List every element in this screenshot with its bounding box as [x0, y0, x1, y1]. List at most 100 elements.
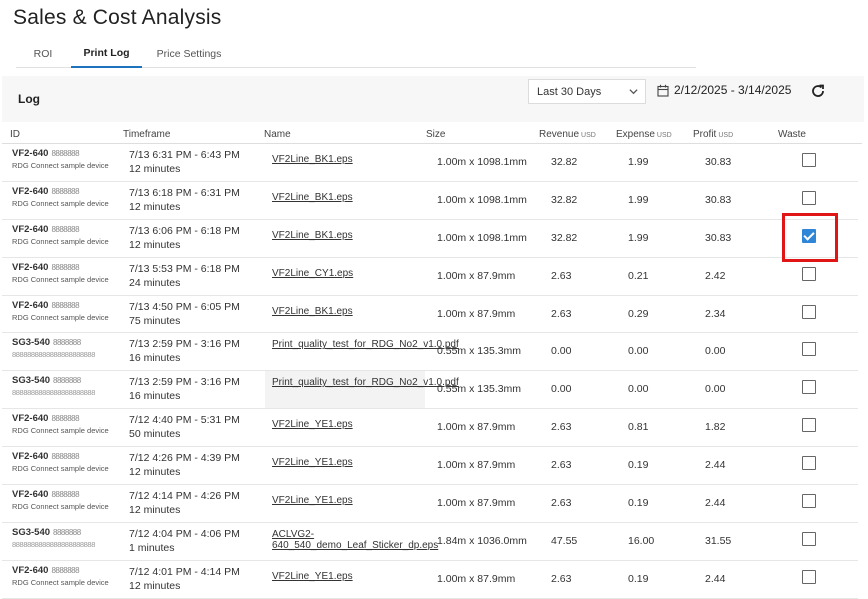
table-row: SG3-540 8888888 8888888888888888888888 7/12… — [2, 523, 858, 561]
row-device: RDG Connect sample device — [12, 426, 109, 436]
row-size: 0.55m x 135.3mm — [437, 383, 522, 396]
waste-checkbox[interactable] — [802, 304, 816, 319]
row-timeframe: 7/13 4:50 PM - 6:05 PM 75 minutes — [129, 300, 240, 327]
tab-roi[interactable]: ROI — [26, 40, 60, 68]
date-range-picker[interactable]: 2/12/2025 - 3/14/2025 — [657, 83, 791, 97]
row-file-link[interactable]: VF2Line_YE1.eps — [272, 457, 353, 468]
row-file-link[interactable]: VF2Line_CY1.eps — [272, 268, 353, 279]
row-profit: 30.83 — [705, 193, 732, 206]
row-profit: 2.34 — [705, 307, 726, 320]
row-profit: 1.82 — [705, 421, 726, 434]
col-name: Name — [264, 129, 291, 140]
table-row: VF2-640 8888888 RDG Connect sample device 7… — [2, 144, 858, 182]
row-id: SG3-540 8888888 — [12, 337, 81, 349]
row-device: RDG Connect sample device — [12, 577, 109, 587]
table-row: SG3-540 8888888 8888888888888888888888 7/13… — [2, 333, 858, 372]
tab-price-settings[interactable]: Price Settings — [149, 40, 229, 68]
col-profit: Profit USD — [693, 129, 734, 140]
waste-checkbox[interactable] — [802, 456, 816, 471]
waste-checkbox[interactable] — [802, 569, 816, 584]
row-expense: 1.99 — [628, 231, 649, 244]
row-expense: 1.99 — [628, 193, 649, 206]
row-expense: 1.99 — [628, 156, 649, 168]
row-file-link[interactable]: VF2Line_BK1.eps — [272, 306, 353, 317]
row-expense: 0.19 — [628, 459, 649, 472]
row-revenue: 2.63 — [551, 269, 572, 282]
row-device: RDG Connect sample device — [12, 464, 109, 474]
waste-checkbox[interactable] — [802, 531, 816, 546]
refresh-icon[interactable] — [810, 83, 826, 99]
table-row: VF2-640 8888888 RDG Connect sample device 7… — [2, 485, 858, 523]
table-row: VF2-640 8888888 RDG Connect sample device 7… — [2, 409, 858, 448]
row-file-link[interactable]: VF2Line_YE1.eps — [272, 419, 353, 430]
row-device: RDG Connect sample device — [12, 274, 109, 284]
waste-checkbox[interactable] — [802, 418, 816, 433]
row-size: 1.84m x 1036.0mm — [437, 534, 527, 547]
table-row: SG3-540 8888888 8888888888888888888888 7/13… — [2, 371, 858, 410]
row-timeframe: 7/12 4:14 PM - 4:26 PM 12 minutes — [129, 490, 240, 517]
waste-checkbox[interactable] — [802, 266, 816, 281]
table-row: VF2-640 8888888 RDG Connect sample device 7… — [2, 296, 858, 334]
row-device: RDG Connect sample device — [12, 312, 109, 322]
row-timeframe: 7/13 5:53 PM - 6:18 PM 24 minutes — [129, 262, 240, 289]
row-file-link[interactable]: VF2Line_YE1.eps — [272, 495, 353, 506]
page-title: Sales & Cost Analysis — [13, 6, 222, 29]
row-revenue: 32.82 — [551, 156, 578, 168]
row-file-link[interactable]: ACLVG2-640_540_demo_Leaf_Sticker_dp.eps — [272, 529, 438, 551]
row-id: VF2-640 8888888 — [12, 185, 80, 197]
waste-checkbox[interactable] — [802, 494, 816, 509]
row-file-link[interactable]: VF2Line_BK1.eps — [272, 154, 353, 165]
row-timeframe: 7/13 6:18 PM - 6:31 PM 12 minutes — [129, 186, 240, 213]
row-id: VF2-640 8888888 — [12, 299, 80, 311]
row-size: 1.00m x 87.9mm — [437, 269, 516, 282]
col-size: Size — [426, 129, 446, 140]
row-expense: 0.00 — [628, 345, 649, 358]
row-revenue: 32.82 — [551, 231, 578, 244]
waste-checkbox[interactable] — [802, 153, 816, 167]
row-id: VF2-640 8888888 — [12, 261, 80, 273]
row-profit: 0.00 — [705, 345, 726, 358]
row-file-link[interactable]: VF2Line_BK1.eps — [272, 230, 353, 241]
row-file-link[interactable]: VF2Line_YE1.eps — [272, 571, 353, 582]
row-revenue: 0.00 — [551, 383, 572, 396]
row-file-link[interactable]: Print_quality_test_for_RDG_No2_v1.0.pdf — [272, 377, 459, 388]
row-profit: 30.83 — [705, 231, 732, 244]
row-id: VF2-640 8888888 — [12, 564, 80, 576]
row-timeframe: 7/12 4:26 PM - 4:39 PM 12 minutes — [129, 452, 240, 479]
row-device: 8888888888888888888888 — [12, 539, 95, 549]
row-profit: 2.44 — [705, 497, 726, 510]
row-revenue: 47.55 — [551, 534, 578, 547]
waste-checkbox[interactable] — [802, 342, 816, 357]
row-size: 1.00m x 1098.1mm — [437, 231, 527, 244]
row-size: 1.00m x 87.9mm — [437, 307, 516, 320]
waste-checkbox[interactable] — [802, 190, 816, 205]
row-size: 1.00m x 1098.1mm — [437, 156, 527, 168]
row-file-link[interactable]: VF2Line_BK1.eps — [272, 192, 353, 203]
row-timeframe: 7/13 2:59 PM - 3:16 PM 16 minutes — [129, 338, 240, 365]
waste-checkbox[interactable] — [802, 380, 816, 395]
waste-checkbox[interactable] — [802, 228, 816, 243]
row-device: RDG Connect sample device — [12, 236, 109, 246]
row-timeframe: 7/12 4:04 PM - 4:06 PM 1 minutes — [129, 527, 240, 554]
tab-print-log[interactable]: Print Log — [71, 40, 142, 68]
col-id: ID — [10, 129, 20, 140]
row-id: SG3-540 8888888 — [12, 526, 81, 538]
row-expense: 0.21 — [628, 269, 649, 282]
row-expense: 0.81 — [628, 421, 649, 434]
row-revenue: 2.63 — [551, 307, 572, 320]
row-expense: 0.19 — [628, 497, 649, 510]
row-file-link[interactable]: Print_quality_test_for_RDG_No2_v1.0.pdf — [272, 339, 459, 350]
row-profit: 2.44 — [705, 459, 726, 472]
row-timeframe: 7/12 4:40 PM - 5:31 PM 50 minutes — [129, 414, 240, 441]
date-range-text: 2/12/2025 - 3/14/2025 — [674, 83, 792, 97]
row-expense: 16.00 — [628, 534, 655, 547]
table-row: VF2-640 8888888 RDG Connect sample device 7… — [2, 182, 858, 220]
range-select[interactable]: Last 30 Days — [528, 79, 646, 104]
row-revenue: 0.00 — [551, 345, 572, 358]
table-header: ID Timeframe Name Size Revenue USD Expens… — [2, 124, 862, 144]
row-revenue: 32.82 — [551, 193, 578, 206]
col-waste: Waste — [778, 129, 806, 140]
table-row: VF2-640 8888888 RDG Connect sample device 7… — [2, 447, 858, 486]
row-timeframe: 7/13 6:06 PM - 6:18 PM 12 minutes — [129, 224, 240, 251]
row-timeframe: 7/12 4:01 PM - 4:14 PM 12 minutes — [129, 565, 240, 592]
